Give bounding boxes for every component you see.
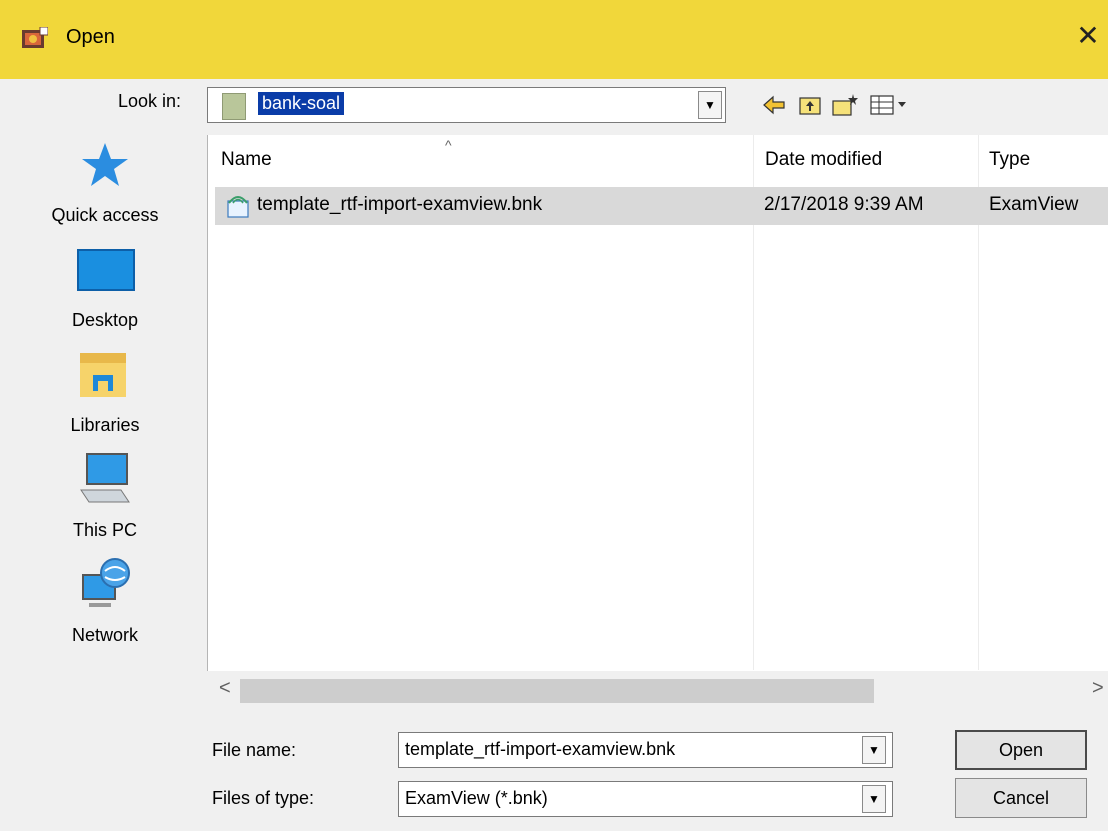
look-in-value: bank-soal bbox=[256, 91, 346, 116]
look-in-dropdown-button[interactable]: ▼ bbox=[698, 91, 722, 119]
app-icon bbox=[22, 27, 48, 48]
places-bar: Quick access Desktop Libraries This PC N… bbox=[30, 135, 205, 675]
up-folder-icon[interactable] bbox=[796, 90, 824, 120]
file-type-dropdown-button[interactable]: ▼ bbox=[862, 785, 886, 813]
cancel-button[interactable]: Cancel bbox=[955, 778, 1087, 818]
place-network[interactable]: Network bbox=[30, 555, 205, 655]
look-in-label: Look in: bbox=[118, 91, 182, 111]
look-in-combo[interactable]: bank-soal ▼ bbox=[207, 87, 726, 123]
close-button[interactable]: ✕ bbox=[1070, 18, 1106, 54]
window-title: Open bbox=[66, 26, 115, 48]
place-quick-access[interactable]: Quick access bbox=[30, 135, 205, 235]
file-name-cell: template_rtf-import-examview.bnk bbox=[257, 194, 543, 215]
file-type-label: Files of type: bbox=[212, 788, 315, 808]
title-bar: Open ✕ bbox=[0, 0, 1108, 79]
new-folder-icon[interactable] bbox=[830, 90, 860, 120]
place-label: Libraries bbox=[70, 415, 140, 435]
place-libraries[interactable]: Libraries bbox=[30, 345, 205, 445]
place-this-pc[interactable]: This PC bbox=[30, 450, 205, 550]
desktop-icon bbox=[77, 249, 135, 291]
libraries-icon bbox=[80, 353, 126, 397]
scroll-thumb[interactable] bbox=[240, 679, 874, 703]
sort-indicator: ^ bbox=[445, 137, 452, 153]
computer-icon bbox=[80, 453, 130, 503]
table-row[interactable]: template_rtf-import-examview.bnk 2/17/20… bbox=[215, 187, 1108, 225]
network-icon bbox=[82, 558, 130, 607]
open-button[interactable]: Open bbox=[955, 730, 1087, 770]
place-label: This PC bbox=[72, 520, 137, 540]
file-type-cell: ExamView bbox=[989, 194, 1079, 215]
scroll-right-arrow[interactable]: > bbox=[1092, 677, 1104, 700]
place-label: Quick access bbox=[51, 205, 159, 225]
place-desktop[interactable]: Desktop bbox=[30, 240, 205, 340]
file-list[interactable]: ^ Name Date modified Type template_rtf-i… bbox=[207, 135, 1108, 711]
examview-file-icon bbox=[227, 196, 249, 218]
folder-icon bbox=[222, 93, 246, 120]
file-type-select[interactable]: ExamView (*.bnk) ▼ bbox=[398, 781, 893, 817]
star-icon bbox=[82, 143, 128, 186]
file-name-field[interactable]: template_rtf-import-examview.bnk ▼ bbox=[398, 732, 893, 768]
column-header-date[interactable]: Date modified bbox=[765, 149, 882, 171]
column-header-type[interactable]: Type bbox=[989, 149, 1030, 171]
place-label: Desktop bbox=[71, 310, 139, 330]
place-label: Network bbox=[71, 625, 138, 645]
horizontal-scrollbar[interactable]: < > bbox=[207, 671, 1108, 711]
file-name-label: File name: bbox=[212, 740, 297, 760]
back-arrow-icon[interactable] bbox=[760, 90, 788, 120]
file-type-value: ExamView (*.bnk) bbox=[405, 788, 548, 808]
column-header-name[interactable]: Name bbox=[221, 149, 272, 171]
file-date-cell: 2/17/2018 9:39 AM bbox=[764, 194, 924, 215]
view-menu-icon[interactable] bbox=[868, 90, 912, 120]
file-name-dropdown-button[interactable]: ▼ bbox=[862, 736, 886, 764]
file-name-value: template_rtf-import-examview.bnk bbox=[405, 739, 676, 759]
scroll-left-arrow[interactable]: < bbox=[219, 677, 231, 700]
